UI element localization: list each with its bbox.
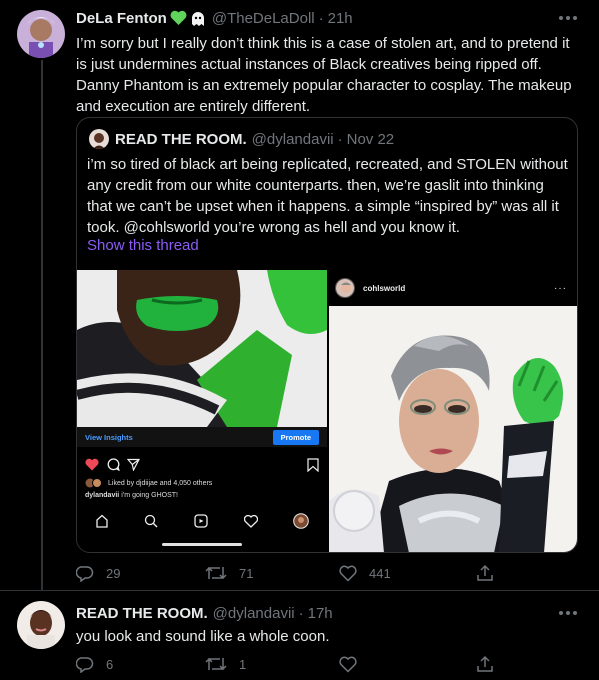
tweet-dylandavii[interactable]: READ THE ROOM. @dylandavii · 17h you loo… bbox=[0, 590, 599, 680]
quote-display-name[interactable]: READ THE ROOM. bbox=[115, 131, 247, 148]
home-icon bbox=[96, 514, 108, 528]
ig-action-row bbox=[85, 458, 319, 472]
tweet-delafenton[interactable]: DeLa Fenton @TheDeLaDoll · 21h I’m sorry… bbox=[0, 0, 599, 590]
heart-outline-icon bbox=[243, 514, 258, 528]
media-image-left[interactable]: View Insights Promote Liked by djdiijae … bbox=[77, 270, 327, 552]
timestamp[interactable]: 17h bbox=[308, 605, 333, 622]
more-options-button[interactable] bbox=[559, 15, 577, 21]
reply-icon bbox=[76, 657, 94, 673]
separator-dot: · bbox=[298, 604, 304, 622]
share-tweet-icon bbox=[477, 655, 493, 672]
display-name[interactable]: READ THE ROOM. bbox=[76, 605, 208, 622]
reels-icon bbox=[194, 514, 208, 528]
quote-media[interactable]: View Insights Promote Liked by djdiijae … bbox=[77, 270, 577, 552]
search-icon bbox=[145, 514, 158, 528]
like-icon bbox=[339, 565, 357, 582]
timestamp[interactable]: 21h bbox=[328, 10, 353, 27]
tweet-header: READ THE ROOM. @dylandavii · 17h bbox=[76, 603, 333, 623]
quote-tweet[interactable]: READ THE ROOM. @dylandavii · Nov 22 i’m … bbox=[76, 117, 578, 553]
tweet-text: I’m sorry but I really don’t think this … bbox=[76, 35, 572, 115]
green-heart-emoji bbox=[170, 10, 187, 26]
more-options-button[interactable] bbox=[559, 610, 577, 616]
quote-avatar bbox=[89, 129, 109, 149]
insights-bar: View Insights Promote bbox=[77, 427, 327, 447]
liker-avatars bbox=[85, 478, 102, 488]
retweet-button[interactable]: 1 bbox=[205, 653, 246, 675]
caption-text: i’m going GHOST! bbox=[121, 492, 178, 499]
media-image-right[interactable]: cohlsworld ··· bbox=[329, 270, 577, 552]
reply-icon bbox=[76, 566, 94, 582]
reply-button[interactable]: 29 bbox=[76, 562, 120, 584]
quote-header: READ THE ROOM. @dylandavii · Nov 22 bbox=[89, 128, 394, 150]
retweet-count: 1 bbox=[239, 656, 247, 672]
cohlsworld-username: cohlsworld bbox=[363, 283, 406, 293]
caption-user: dylandavii bbox=[85, 492, 120, 499]
view-insights-link[interactable]: View Insights bbox=[85, 433, 133, 442]
handle[interactable]: @TheDeLaDoll bbox=[212, 10, 315, 27]
bookmark-icon bbox=[307, 458, 319, 472]
retweet-icon bbox=[205, 566, 227, 580]
reply-count: 29 bbox=[106, 565, 121, 581]
like-button[interactable] bbox=[339, 653, 369, 675]
like-button[interactable]: 441 bbox=[339, 562, 391, 584]
avatar-image bbox=[17, 601, 65, 649]
retweet-count: 71 bbox=[239, 565, 254, 581]
cohlsworld-avatar bbox=[335, 278, 355, 298]
ig-more-icon: ··· bbox=[554, 283, 567, 294]
share-tweet-button[interactable] bbox=[476, 562, 494, 584]
avatar-delafenton[interactable] bbox=[17, 10, 65, 58]
share-tweet-button[interactable] bbox=[476, 653, 494, 675]
show-thread-link[interactable]: Show this thread bbox=[87, 237, 199, 254]
separator-dot: · bbox=[318, 9, 324, 27]
ig-caption: dylandavii i’m going GHOST! bbox=[85, 492, 178, 499]
ghost-emoji bbox=[190, 10, 206, 27]
retweet-button[interactable]: 71 bbox=[205, 562, 253, 584]
comment-icon bbox=[107, 458, 120, 471]
liked-by: Liked by djdiijae and 4,050 others bbox=[85, 478, 212, 488]
photo-cosplay bbox=[329, 306, 577, 552]
reply-count: 6 bbox=[106, 656, 114, 672]
quote-handle[interactable]: @dylandavii bbox=[252, 131, 334, 148]
quote-timestamp[interactable]: Nov 22 bbox=[347, 131, 395, 148]
reply-button[interactable]: 6 bbox=[76, 653, 113, 675]
liked-by-text: Liked by djdiijae and 4,050 others bbox=[108, 479, 213, 487]
ig-post-header: cohlsworld ··· bbox=[329, 270, 577, 306]
quote-separator-dot: · bbox=[337, 130, 343, 148]
share-icon bbox=[127, 458, 140, 471]
retweet-icon bbox=[205, 657, 227, 671]
quote-text: i’m so tired of black art being replicat… bbox=[87, 156, 568, 236]
avatar-dylandavii[interactable] bbox=[17, 601, 65, 649]
handle[interactable]: @dylandavii bbox=[213, 605, 295, 622]
thread-line bbox=[41, 60, 43, 590]
tweet-text: you look and sound like a whole coon. bbox=[76, 628, 330, 645]
home-indicator bbox=[162, 543, 242, 546]
photo-green-lips bbox=[77, 270, 327, 427]
like-count: 441 bbox=[369, 565, 391, 581]
share-tweet-icon bbox=[477, 564, 493, 581]
tweet-header: DeLa Fenton @TheDeLaDoll · 21h bbox=[76, 8, 353, 28]
tweet-actions: 29 71 441 bbox=[76, 562, 496, 584]
tweet-actions: 6 1 bbox=[76, 653, 496, 675]
display-name[interactable]: DeLa Fenton bbox=[76, 10, 167, 27]
ig-bottom-nav bbox=[77, 510, 327, 532]
like-icon bbox=[339, 656, 357, 673]
avatar-image bbox=[17, 10, 65, 58]
promote-button[interactable]: Promote bbox=[272, 429, 319, 445]
profile-icon bbox=[293, 513, 309, 529]
heart-filled-icon bbox=[85, 458, 99, 471]
